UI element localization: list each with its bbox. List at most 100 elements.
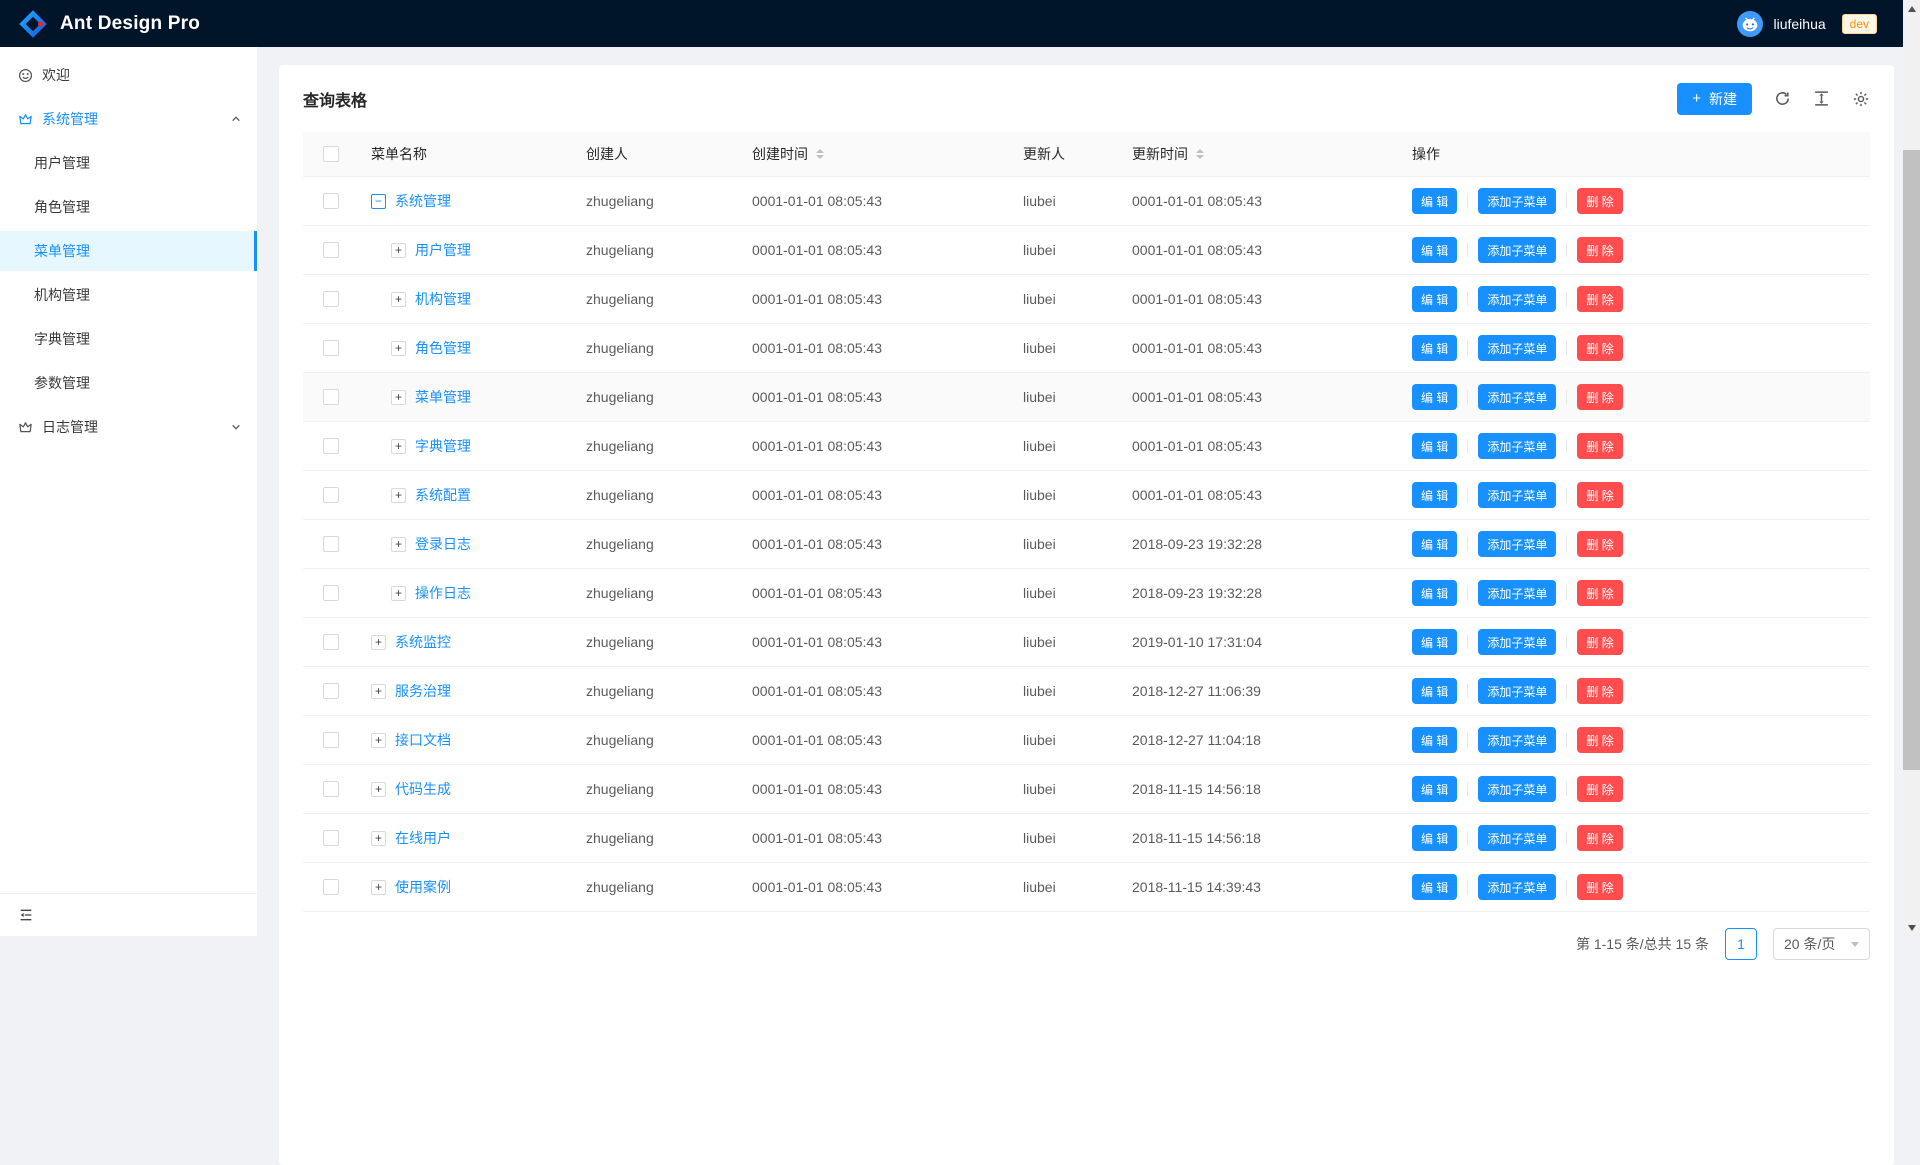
menu-name-link[interactable]: 菜单管理: [415, 387, 471, 407]
sidebar-item-menu-management[interactable]: 菜单管理: [0, 231, 257, 271]
edit-button[interactable]: 编 辑: [1412, 237, 1457, 263]
row-checkbox[interactable]: [323, 732, 339, 748]
delete-button[interactable]: 删 除: [1577, 825, 1622, 851]
menu-name-link[interactable]: 代码生成: [395, 779, 451, 799]
delete-button[interactable]: 删 除: [1577, 776, 1622, 802]
row-checkbox[interactable]: [323, 340, 339, 356]
menu-name-link[interactable]: 系统监控: [395, 632, 451, 652]
row-checkbox[interactable]: [323, 634, 339, 650]
menu-name-link[interactable]: 登录日志: [415, 534, 471, 554]
edit-button[interactable]: 编 辑: [1412, 433, 1457, 459]
add-child-menu-button[interactable]: 添加子菜单: [1478, 286, 1556, 312]
add-child-menu-button[interactable]: 添加子菜单: [1478, 727, 1556, 753]
sidebar-item-welcome[interactable]: 欢迎: [0, 55, 257, 95]
sidebar-item-role-management[interactable]: 角色管理: [0, 187, 257, 227]
row-checkbox[interactable]: [323, 242, 339, 258]
expand-row-icon[interactable]: +: [371, 880, 386, 895]
expand-row-icon[interactable]: +: [391, 390, 406, 405]
edit-button[interactable]: 编 辑: [1412, 482, 1457, 508]
add-child-menu-button[interactable]: 添加子菜单: [1478, 482, 1556, 508]
add-child-menu-button[interactable]: 添加子菜单: [1478, 531, 1556, 557]
row-checkbox[interactable]: [323, 389, 339, 405]
gear-icon[interactable]: [1852, 90, 1870, 108]
edit-button[interactable]: 编 辑: [1412, 335, 1457, 361]
sidebar-item-dict-management[interactable]: 字典管理: [0, 319, 257, 359]
sidebar-item-param-management[interactable]: 参数管理: [0, 363, 257, 403]
add-child-menu-button[interactable]: 添加子菜单: [1478, 874, 1556, 900]
edit-button[interactable]: 编 辑: [1412, 580, 1457, 606]
delete-button[interactable]: 删 除: [1577, 874, 1622, 900]
scroll-down-arrow[interactable]: [1903, 919, 1920, 936]
expand-row-icon[interactable]: +: [371, 733, 386, 748]
add-child-menu-button[interactable]: 添加子菜单: [1478, 433, 1556, 459]
row-checkbox[interactable]: [323, 536, 339, 552]
delete-button[interactable]: 删 除: [1577, 237, 1622, 263]
app-logo[interactable]: Ant Design Pro: [18, 9, 200, 39]
edit-button[interactable]: 编 辑: [1412, 531, 1457, 557]
add-child-menu-button[interactable]: 添加子菜单: [1478, 580, 1556, 606]
row-checkbox[interactable]: [323, 585, 339, 601]
reload-icon[interactable]: [1774, 90, 1791, 107]
row-checkbox[interactable]: [323, 830, 339, 846]
collapse-row-icon[interactable]: −: [371, 194, 386, 209]
edit-button[interactable]: 编 辑: [1412, 188, 1457, 214]
delete-button[interactable]: 删 除: [1577, 482, 1622, 508]
delete-button[interactable]: 删 除: [1577, 629, 1622, 655]
delete-button[interactable]: 删 除: [1577, 727, 1622, 753]
edit-button[interactable]: 编 辑: [1412, 727, 1457, 753]
menu-name-link[interactable]: 在线用户: [395, 828, 451, 848]
expand-row-icon[interactable]: +: [371, 831, 386, 846]
menu-name-link[interactable]: 使用案例: [395, 877, 451, 897]
expand-row-icon[interactable]: +: [391, 537, 406, 552]
add-child-menu-button[interactable]: 添加子菜单: [1478, 776, 1556, 802]
row-checkbox[interactable]: [323, 487, 339, 503]
add-child-menu-button[interactable]: 添加子菜单: [1478, 237, 1556, 263]
sorter-icon[interactable]: [816, 149, 824, 159]
expand-row-icon[interactable]: +: [371, 684, 386, 699]
edit-button[interactable]: 编 辑: [1412, 678, 1457, 704]
delete-button[interactable]: 删 除: [1577, 384, 1622, 410]
add-child-menu-button[interactable]: 添加子菜单: [1478, 188, 1556, 214]
edit-button[interactable]: 编 辑: [1412, 629, 1457, 655]
pagination-page-1[interactable]: 1: [1725, 928, 1757, 960]
expand-row-icon[interactable]: +: [391, 341, 406, 356]
select-all-checkbox[interactable]: [323, 146, 339, 162]
delete-button[interactable]: 删 除: [1577, 678, 1622, 704]
sidebar-item-system-management[interactable]: 系统管理: [0, 99, 257, 139]
add-child-menu-button[interactable]: 添加子菜单: [1478, 384, 1556, 410]
add-child-menu-button[interactable]: 添加子菜单: [1478, 335, 1556, 361]
column-height-icon[interactable]: [1813, 90, 1830, 107]
menu-name-link[interactable]: 操作日志: [415, 583, 471, 603]
expand-row-icon[interactable]: +: [391, 292, 406, 307]
row-checkbox[interactable]: [323, 781, 339, 797]
edit-button[interactable]: 编 辑: [1412, 825, 1457, 851]
sorter-icon[interactable]: [1196, 149, 1204, 159]
sidebar-item-org-management[interactable]: 机构管理: [0, 275, 257, 315]
menu-name-link[interactable]: 系统配置: [415, 485, 471, 505]
expand-row-icon[interactable]: +: [371, 635, 386, 650]
row-checkbox[interactable]: [323, 291, 339, 307]
expand-row-icon[interactable]: +: [391, 488, 406, 503]
add-child-menu-button[interactable]: 添加子菜单: [1478, 825, 1556, 851]
scroll-up-arrow[interactable]: [1903, 0, 1920, 17]
scrollbar-thumb[interactable]: [1903, 150, 1920, 770]
delete-button[interactable]: 删 除: [1577, 580, 1622, 606]
column-header-created-time[interactable]: 创建时间: [736, 144, 1007, 164]
menu-fold-icon[interactable]: [18, 907, 34, 923]
add-child-menu-button[interactable]: 添加子菜单: [1478, 629, 1556, 655]
edit-button[interactable]: 编 辑: [1412, 286, 1457, 312]
row-checkbox[interactable]: [323, 193, 339, 209]
column-header-updated-time[interactable]: 更新时间: [1116, 144, 1396, 164]
expand-row-icon[interactable]: +: [391, 243, 406, 258]
delete-button[interactable]: 删 除: [1577, 531, 1622, 557]
edit-button[interactable]: 编 辑: [1412, 874, 1457, 900]
sidebar-item-user-management[interactable]: 用户管理: [0, 143, 257, 183]
menu-name-link[interactable]: 用户管理: [415, 240, 471, 260]
menu-name-link[interactable]: 接口文档: [395, 730, 451, 750]
username[interactable]: liufeihua: [1773, 16, 1825, 32]
menu-name-link[interactable]: 系统管理: [395, 191, 451, 211]
edit-button[interactable]: 编 辑: [1412, 384, 1457, 410]
menu-name-link[interactable]: 角色管理: [415, 338, 471, 358]
expand-row-icon[interactable]: +: [391, 439, 406, 454]
new-button[interactable]: + 新建: [1677, 83, 1752, 115]
